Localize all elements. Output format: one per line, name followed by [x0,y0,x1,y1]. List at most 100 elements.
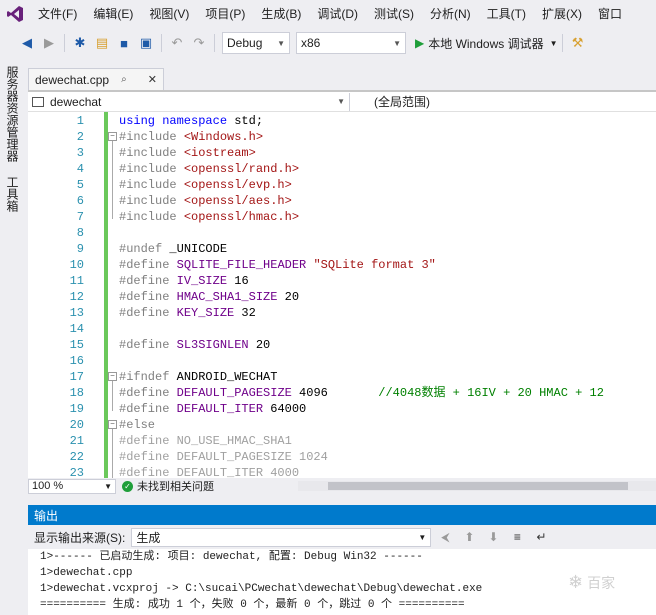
open-folder-icon[interactable]: ▤ [91,32,113,54]
previous-message-icon[interactable]: ⬆ [459,527,479,547]
code-line[interactable]: 4 #include <openssl/rand.h> [28,161,656,177]
code-line[interactable]: 13 #define KEY_SIZE 32 [28,305,656,321]
function-scope-select[interactable]: (全局范围) [350,93,430,110]
code-text: #define SL3SIGNLEN 20 [119,338,271,352]
menu-debug[interactable]: 调试(D) [309,0,366,28]
word-wrap-icon[interactable]: ↵ [531,527,551,547]
code-line[interactable]: 5 #include <openssl/evp.h> [28,177,656,193]
project-scope-value: dewechat [50,94,102,109]
hammer-icon[interactable]: ⚒ [567,32,589,54]
menu-test[interactable]: 测试(S) [366,0,422,28]
chevron-down-icon: ▼ [337,97,345,106]
new-project-icon[interactable]: ✱ [69,32,91,54]
start-debugger-button[interactable]: ▶ 本地 Windows 调试器 ▼ [415,35,558,52]
clear-all-icon[interactable]: ≡ [507,527,527,547]
menu-tools[interactable]: 工具(T) [479,0,534,28]
output-text-area[interactable]: 1>------ 已启动生成: 项目: dewechat, 配置: Debug … [28,549,656,615]
close-icon[interactable]: ✕ [148,73,157,86]
code-line[interactable]: 21 #define NO_USE_HMAC_SHA1 [28,433,656,449]
chevron-down-icon: ▼ [277,38,285,48]
code-text: #else [119,418,156,432]
chevron-down-icon: ▼ [104,481,112,491]
line-number: 6 [76,194,84,208]
line-number: 1 [76,114,84,128]
menu-extensions[interactable]: 扩展(X) [534,0,590,28]
navigation-bar: dewechat ▼ (全局范围) [28,90,656,112]
toolbox-tab[interactable]: 工具箱 [4,176,21,212]
code-line[interactable]: 3 #include <iostream> [28,145,656,161]
back-icon[interactable]: ◀ [16,32,38,54]
code-line[interactable]: 15 #define SL3SIGNLEN 20 [28,337,656,353]
forward-icon[interactable]: ▶ [38,32,60,54]
code-line[interactable]: 9 #undef _UNICODE [28,241,656,257]
line-number: 2 [76,130,84,144]
line-number: 11 [69,274,84,288]
chevron-down-icon: ▼ [549,38,558,48]
save-all-icon[interactable]: ▣ [135,32,157,54]
code-line[interactable]: 17 − #ifndef ANDROID_WECHAT [28,369,656,385]
collapse-icon[interactable]: − [108,420,117,429]
code-text: #define DEFAULT_PAGESIZE 1024 [119,450,328,464]
save-icon[interactable]: ■ [113,32,135,54]
code-line[interactable]: 8 [28,225,656,241]
standard-toolbar: ◀ ▶ ✱ ▤ ■ ▣ ↶ ↷ Debug ▼ x86 ▼ ▶ 本地 Windo… [0,28,656,58]
output-panel-title[interactable]: 输出 [28,505,656,525]
play-icon: ▶ [415,36,425,50]
server-explorer-tab[interactable]: 服务器资源管理器 [4,66,21,162]
code-line[interactable]: 6 #include <openssl/aes.h> [28,193,656,209]
code-line[interactable]: 16 [28,353,656,369]
undo-icon[interactable]: ↶ [166,32,188,54]
code-line[interactable]: 22 #define DEFAULT_PAGESIZE 1024 [28,449,656,465]
menu-bar: 文件(F) 编辑(E) 视图(V) 项目(P) 生成(B) 调试(D) 测试(S… [0,0,656,28]
issues-indicator[interactable]: ✓ 未找到相关问题 [122,478,214,494]
solution-config-select[interactable]: Debug ▼ [222,32,290,54]
code-line[interactable]: 11 #define IV_SIZE 16 [28,273,656,289]
line-number: 18 [69,386,84,400]
toolbar-separator [161,34,162,52]
code-line[interactable]: 18 #define DEFAULT_PAGESIZE 4096 //4048数据… [28,385,656,401]
code-line[interactable]: 7 #include <openssl/hmac.h> [28,209,656,225]
menu-edit[interactable]: 编辑(E) [85,0,141,28]
redo-icon[interactable]: ↷ [188,32,210,54]
tab-dewechat-cpp[interactable]: dewechat.cpp ⌕ ✕ [28,68,164,90]
code-line[interactable]: 14 [28,321,656,337]
menu-view[interactable]: 视图(V) [141,0,197,28]
tab-label: dewechat.cpp [35,72,110,87]
code-line[interactable]: 19 #define DEFAULT_ITER 64000 [28,401,656,417]
output-toolbar: 显示输出来源(S): 生成 ▼ ⮜ ⬆ ⬇ ≡ ↵ [28,525,656,549]
code-line[interactable]: 2 − #include <Windows.h> [28,129,656,145]
menu-analyze[interactable]: 分析(N) [422,0,479,28]
code-text: #define KEY_SIZE 32 [119,306,256,320]
line-number: 23 [69,466,84,478]
collapse-icon[interactable]: − [108,372,117,381]
output-source-value: 生成 [136,530,161,545]
code-line[interactable]: 1 using namespace std; [28,113,656,129]
menu-window[interactable]: 窗口 [590,0,630,28]
line-number: 21 [69,434,84,448]
line-number: 9 [76,242,84,256]
code-line[interactable]: 12 #define HMAC_SHA1_SIZE 20 [28,289,656,305]
project-scope-select[interactable]: dewechat ▼ [28,92,350,111]
code-text: #define DEFAULT_PAGESIZE 4096 //4048数据 +… [119,386,604,400]
code-line[interactable]: 20 − #else [28,417,656,433]
output-source-select[interactable]: 生成 ▼ [131,527,432,547]
chevron-down-icon: ▼ [418,532,427,542]
code-line[interactable]: 23 #define DEFAULT_ITER 4000 [28,465,656,478]
chevron-down-icon: ▼ [393,38,401,48]
scrollbar-thumb[interactable] [328,482,628,490]
code-text: #define IV_SIZE 16 [119,274,249,288]
code-text: #include <openssl/hmac.h> [119,210,300,224]
code-editor[interactable]: 1 using namespace std; 2− #include <Windows… [28,112,656,478]
visual-studio-logo-icon[interactable] [0,0,30,28]
go-to-error-icon[interactable]: ⮜ [435,527,455,547]
code-line[interactable]: 10 #define SQLITE_FILE_HEADER "SQLite for… [28,257,656,273]
platform-select[interactable]: x86 ▼ [296,32,406,54]
horizontal-scrollbar[interactable] [298,481,656,491]
pin-icon[interactable]: ⌕ [121,74,127,85]
zoom-select[interactable]: 100 % ▼ [28,478,116,494]
menu-project[interactable]: 项目(P) [197,0,253,28]
menu-file[interactable]: 文件(F) [30,0,85,28]
collapse-icon[interactable]: − [108,132,117,141]
menu-build[interactable]: 生成(B) [253,0,309,28]
next-message-icon[interactable]: ⬇ [483,527,503,547]
